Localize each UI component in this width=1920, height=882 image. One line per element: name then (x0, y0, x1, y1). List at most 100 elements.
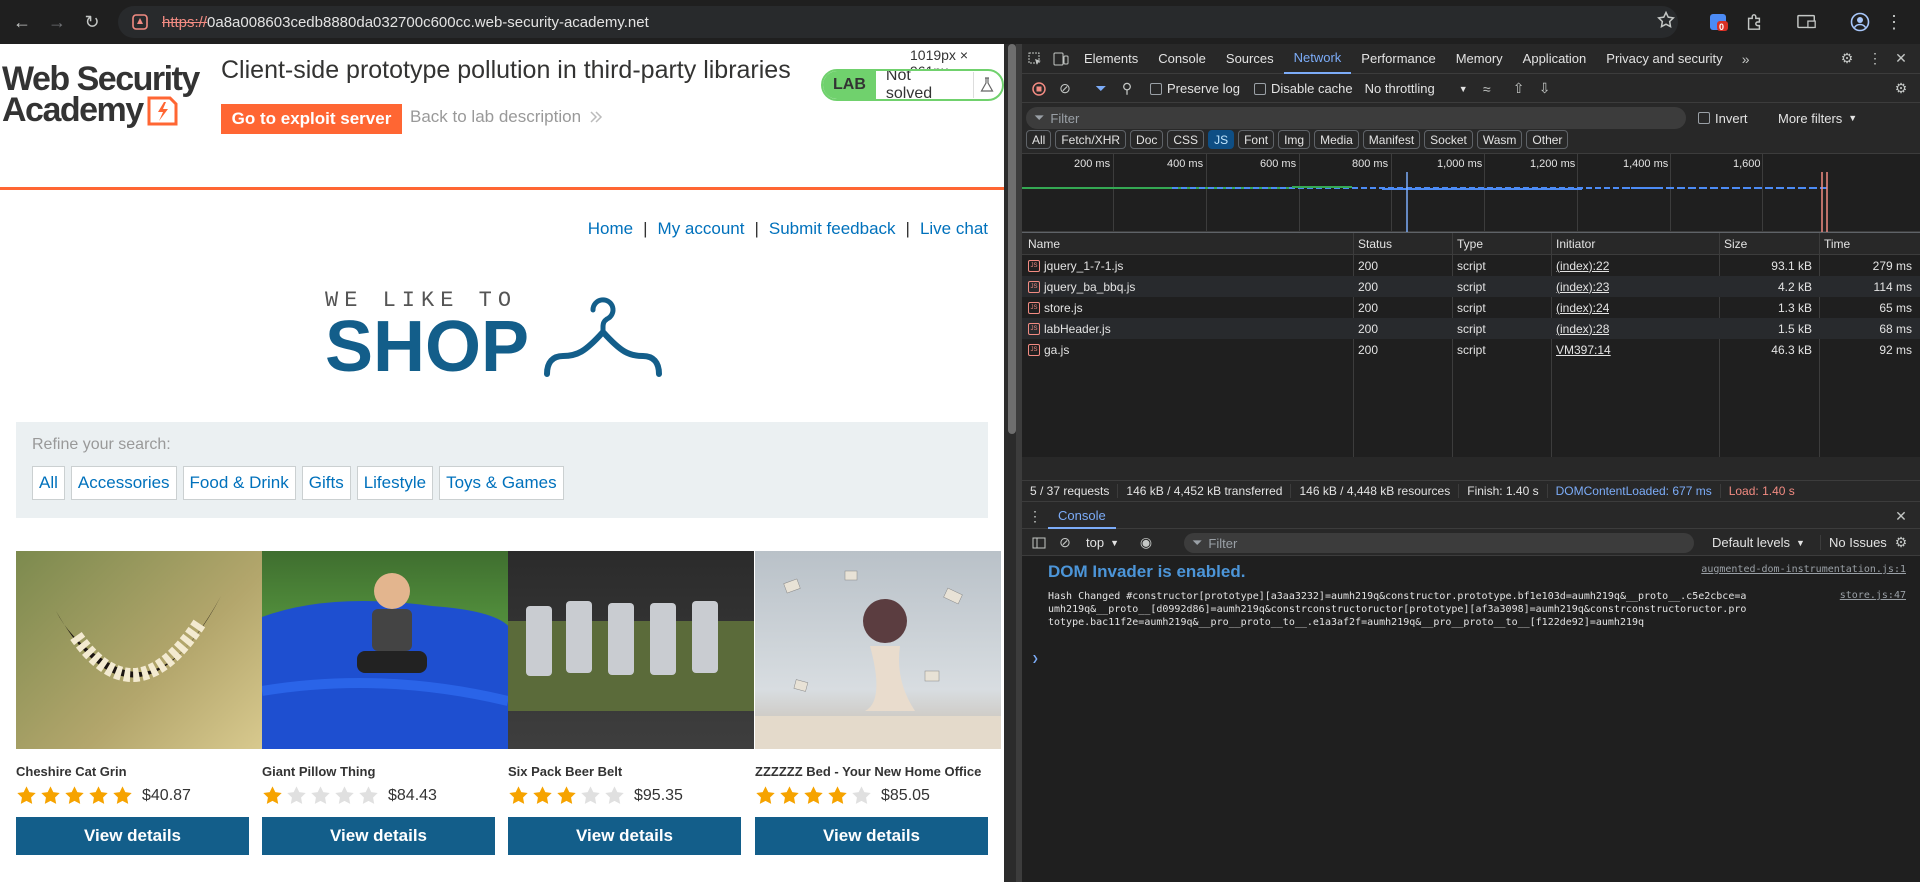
context-selector[interactable]: top ▼ (1086, 535, 1119, 550)
export-har-icon[interactable]: ⇩ (1532, 76, 1558, 102)
tab-memory[interactable]: Memory (1446, 44, 1513, 74)
filter-toys-games[interactable]: Toys & Games (439, 466, 564, 500)
checkbox-box[interactable] (1698, 112, 1710, 124)
settings-gear-icon[interactable]: ⚙ (1834, 46, 1860, 72)
column-name[interactable]: Name (1028, 233, 1348, 254)
filter-food-drink[interactable]: Food & Drink (182, 466, 296, 500)
request-initiator-link[interactable]: VM397:14 (1556, 339, 1611, 360)
request-name[interactable]: JS jquery_1-7-1.js (1028, 255, 1348, 276)
cast-media-icon[interactable] (1793, 8, 1821, 36)
column-initiator[interactable]: Initiator (1556, 233, 1716, 254)
request-initiator-link[interactable]: (index):28 (1556, 318, 1609, 339)
console-settings-icon[interactable]: ⚙ (1888, 530, 1914, 556)
view-details-button[interactable]: View details (262, 817, 495, 855)
tab-sources[interactable]: Sources (1216, 44, 1284, 74)
reload-icon[interactable]: ↻ (78, 8, 106, 36)
console-filter-input[interactable]: ⏷ Filter (1184, 533, 1694, 553)
type-filter-img[interactable]: Img (1278, 130, 1311, 149)
preserve-log-checkbox[interactable]: Preserve log (1150, 81, 1240, 96)
filter-all[interactable]: All (32, 466, 65, 500)
table-row[interactable]: JS ga.js 200 script VM397:14 46.3 kB 92 m… (1022, 339, 1920, 360)
type-filter-media[interactable]: Media (1314, 130, 1359, 149)
filter-funnel-icon[interactable]: ⏷ (1088, 76, 1114, 102)
back-icon[interactable]: ← (8, 8, 36, 36)
drawer-menu-icon[interactable]: ⋮ (1022, 503, 1048, 529)
request-name[interactable]: JS jquery_ba_bbq.js (1028, 276, 1348, 297)
table-row[interactable]: JS labHeader.js 200 script (index):28 1.5… (1022, 318, 1920, 339)
extensions-puzzle-icon[interactable] (1740, 8, 1768, 36)
view-details-button[interactable]: View details (16, 817, 249, 855)
column-type[interactable]: Type (1457, 233, 1547, 254)
product-image-zzzzzz-bed[interactable] (755, 551, 1001, 749)
web-security-academy-logo[interactable]: Web Security Academy (2, 62, 200, 127)
not-secure-icon[interactable] (130, 12, 150, 32)
bookmark-star-icon[interactable] (1656, 10, 1676, 30)
type-filter-doc[interactable]: Doc (1130, 130, 1164, 149)
type-filter-fetch-xhr[interactable]: Fetch/XHR (1055, 130, 1127, 149)
filter-gifts[interactable]: Gifts (301, 466, 351, 500)
type-filter-other[interactable]: Other (1526, 130, 1569, 149)
sidebar-toggle-icon[interactable] (1026, 530, 1052, 556)
product-image-six-pack-beer-belt[interactable] (508, 551, 754, 749)
checkbox-box[interactable] (1150, 82, 1162, 95)
drawer-tab-console[interactable]: Console (1048, 504, 1116, 529)
address-bar[interactable]: https://0a8a008603cedb8880da032700c600cc… (118, 6, 1678, 38)
issues-counter[interactable]: No Issues (1820, 535, 1887, 550)
clear-log-icon[interactable]: ⊘ (1052, 76, 1078, 102)
column-time[interactable]: Time (1824, 233, 1914, 254)
close-devtools-icon[interactable]: ✕ (1888, 46, 1914, 72)
more-filters-dropdown[interactable]: More filters ▼ (1778, 111, 1857, 126)
disable-cache-checkbox[interactable]: Disable cache (1253, 81, 1353, 96)
network-timeline-overview[interactable]: 200 ms 400 ms 600 ms 800 ms 1,000 ms 1,2… (1022, 154, 1920, 232)
clear-console-icon[interactable]: ⊘ (1052, 530, 1078, 556)
dom-invader-source-link[interactable]: augmented-dom-instrumentation.js:1 (1701, 564, 1906, 575)
scrollbar-thumb[interactable] (1008, 44, 1016, 434)
devtools-menu-icon[interactable]: ⋮ (1862, 46, 1888, 72)
url-text[interactable]: https://0a8a008603cedb8880da032700c600cc… (162, 14, 649, 31)
request-name[interactable]: JS ga.js (1028, 339, 1348, 360)
type-filter-css[interactable]: CSS (1167, 130, 1205, 149)
request-name[interactable]: JS labHeader.js (1028, 318, 1348, 339)
console-prompt-icon[interactable]: ❯ (1032, 652, 1039, 665)
type-filter-wasm[interactable]: Wasm (1476, 130, 1523, 149)
invert-checkbox[interactable]: Invert (1698, 111, 1748, 126)
forward-icon[interactable]: → (43, 8, 71, 36)
product-image-cheshire-cat-grin[interactable] (16, 551, 262, 749)
tab-network[interactable]: Network (1283, 44, 1352, 74)
inspect-element-icon[interactable] (1022, 46, 1048, 72)
profile-avatar-icon[interactable] (1846, 8, 1874, 36)
more-tabs-icon[interactable]: » (1733, 46, 1759, 72)
device-toolbar-icon[interactable] (1048, 46, 1074, 72)
filter-accessories[interactable]: Accessories (70, 466, 177, 500)
network-conditions-icon[interactable]: ≈ (1474, 76, 1500, 102)
table-row[interactable]: JS jquery_ba_bbq.js 200 script (index):23… (1022, 276, 1920, 297)
type-filter-js[interactable]: JS (1208, 130, 1235, 149)
nav-home-link[interactable]: Home (588, 219, 633, 239)
type-filter-font[interactable]: Font (1238, 130, 1275, 149)
exploit-server-button[interactable]: Go to exploit server (221, 104, 402, 134)
type-filter-all[interactable]: All (1026, 130, 1052, 149)
import-har-icon[interactable]: ⇧ (1506, 76, 1532, 102)
close-drawer-icon[interactable]: ✕ (1888, 503, 1914, 529)
tab-console[interactable]: Console (1148, 44, 1216, 74)
product-image-giant-pillow-thing[interactable] (262, 551, 508, 749)
request-initiator-link[interactable]: (index):24 (1556, 297, 1609, 318)
burp-extension-icon[interactable]: 0 (1704, 8, 1732, 36)
filter-lifestyle[interactable]: Lifestyle (356, 466, 434, 500)
throttling-select[interactable]: No throttling ▼ (1365, 81, 1468, 96)
view-details-button[interactable]: View details (755, 817, 988, 855)
view-details-button[interactable]: View details (508, 817, 741, 855)
browser-menu-icon[interactable]: ⋮ (1880, 8, 1908, 36)
network-settings-icon[interactable]: ⚙ (1888, 76, 1914, 102)
column-size[interactable]: Size (1724, 233, 1814, 254)
request-name[interactable]: JS store.js (1028, 297, 1348, 318)
nav-live-chat-link[interactable]: Live chat (920, 219, 988, 239)
request-initiator-link[interactable]: (index):22 (1556, 255, 1609, 276)
live-expression-eye-icon[interactable]: ◉ (1133, 530, 1159, 556)
tab-performance[interactable]: Performance (1351, 44, 1445, 74)
type-filter-manifest[interactable]: Manifest (1362, 130, 1421, 149)
back-to-lab-link[interactable]: Back to lab description (410, 107, 603, 127)
tab-privacy-security[interactable]: Privacy and security (1596, 44, 1732, 74)
checkbox-box[interactable] (1253, 82, 1266, 95)
table-row[interactable]: JS store.js 200 script (index):24 1.3 kB … (1022, 297, 1920, 318)
